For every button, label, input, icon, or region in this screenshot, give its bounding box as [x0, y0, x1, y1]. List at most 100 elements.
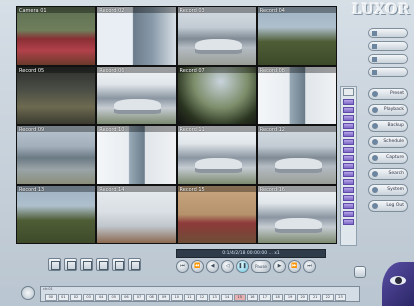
function-icon: [372, 139, 378, 145]
camera-view[interactable]: Record 14: [97, 185, 176, 243]
camera-view[interactable]: Record 16: [257, 185, 336, 243]
save-button[interactable]: [354, 266, 366, 278]
camera-view[interactable]: Record 07: [177, 66, 256, 124]
fast-forward-button[interactable]: ⏩: [288, 260, 301, 273]
clock-icon[interactable]: [21, 286, 35, 300]
hour-cell[interactable]: 08: [145, 294, 158, 301]
camera-view[interactable]: Camera 01: [17, 7, 96, 65]
function-button[interactable]: System: [368, 184, 408, 196]
rewind-button[interactable]: ◀: [206, 260, 219, 273]
hour-cell[interactable]: 21: [309, 294, 322, 301]
hour-cell[interactable]: 23: [334, 294, 347, 301]
hour-cell[interactable]: 15: [233, 294, 246, 301]
camera-view[interactable]: Record 06: [97, 66, 176, 124]
hour-cell[interactable]: 01: [57, 294, 70, 301]
zoom-out-button[interactable]: [368, 41, 408, 51]
sequence-icon: [115, 261, 124, 270]
function-icon: [372, 187, 378, 193]
hour-cell[interactable]: 03: [82, 294, 95, 301]
hour-cell[interactable]: 11: [183, 294, 196, 301]
camera-view[interactable]: Record 04: [257, 7, 336, 65]
pause-button[interactable]: ❚❚: [236, 260, 249, 273]
hour-cell[interactable]: 07: [133, 294, 145, 301]
camera-view[interactable]: Record 13: [17, 185, 96, 243]
zoom-in-button[interactable]: [368, 28, 408, 38]
hour-cell[interactable]: 05: [107, 294, 120, 301]
strip-header-button[interactable]: [343, 88, 354, 96]
function-button[interactable]: Preset: [368, 88, 408, 100]
function-button[interactable]: Playback: [368, 104, 408, 116]
camera-view[interactable]: Record 05: [17, 66, 96, 124]
camera-grid: Camera 01 Record 02 Record 03 Record 04 Reco…: [16, 6, 337, 244]
play-button[interactable]: ▶: [273, 260, 286, 273]
zoom-out-icon: [372, 44, 377, 49]
hour-cell[interactable]: 06: [120, 294, 133, 301]
channel-select-button[interactable]: [343, 187, 354, 193]
hour-cell[interactable]: 14: [221, 294, 233, 301]
layout-4x4-button[interactable]: [96, 258, 109, 271]
layout-1x1-button[interactable]: [48, 258, 61, 271]
hour-cell[interactable]: 10: [170, 294, 183, 301]
hour-cell[interactable]: 00: [45, 294, 57, 301]
channel-select-button[interactable]: [343, 203, 354, 209]
settings-button[interactable]: [368, 67, 408, 77]
skip-start-button[interactable]: ⏮: [176, 260, 189, 273]
channel-select-button[interactable]: [343, 211, 354, 217]
function-icon: [372, 123, 378, 129]
hour-cell[interactable]: 19: [284, 294, 296, 301]
camera-view[interactable]: Record 15: [177, 185, 256, 243]
layout-custom-button[interactable]: [128, 258, 141, 271]
function-button[interactable]: Schedule: [368, 136, 408, 148]
rewind-fast-button[interactable]: ⏪: [191, 260, 204, 273]
hour-cell[interactable]: 12: [196, 294, 208, 301]
camera-view[interactable]: Record 09: [17, 126, 96, 184]
step-back-button[interactable]: ◁: [221, 260, 234, 273]
zoom-icon: [372, 31, 377, 36]
layout-3x3-button[interactable]: [80, 258, 93, 271]
channel-select-button[interactable]: [343, 163, 354, 169]
channel-select-button[interactable]: [343, 139, 354, 145]
channel-select-button[interactable]: [343, 171, 354, 177]
function-button-label: Log Out: [386, 203, 404, 208]
channel-select-button[interactable]: [343, 155, 354, 161]
function-button[interactable]: Backup: [368, 120, 408, 132]
layout-seq-button[interactable]: [112, 258, 125, 271]
hour-cell[interactable]: 17: [259, 294, 271, 301]
channel-select-button[interactable]: [343, 179, 354, 185]
channel-select-button[interactable]: [343, 195, 354, 201]
hour-cell[interactable]: 22: [322, 294, 334, 301]
camera-label: Record 13: [19, 186, 45, 193]
function-button[interactable]: Capture: [368, 152, 408, 164]
speed-button[interactable]: Pause: [251, 260, 271, 273]
camera-view[interactable]: Record 11: [177, 126, 256, 184]
function-button[interactable]: Log Out: [368, 200, 408, 212]
channel-select-button[interactable]: [343, 115, 354, 121]
channel-select-button[interactable]: [343, 123, 354, 129]
function-button-label: Playback: [383, 107, 404, 112]
hour-cell[interactable]: 02: [70, 294, 82, 301]
hour-cell[interactable]: 09: [158, 294, 170, 301]
eye-logo-icon: [382, 262, 414, 306]
hour-cell[interactable]: 04: [95, 294, 107, 301]
channel-select-button[interactable]: [343, 107, 354, 113]
quad-view-icon: [67, 261, 76, 270]
timeline[interactable]: ch:01 00 01 02 03 04 05 06 07 08 09 10 11 12 13 14 15 16…: [40, 286, 360, 302]
hour-cell[interactable]: 16: [246, 294, 259, 301]
channel-select-button[interactable]: [343, 131, 354, 137]
channel-select-button[interactable]: [343, 219, 354, 225]
camera-view[interactable]: Record 02: [97, 7, 176, 65]
camera-view[interactable]: Record 12: [257, 126, 336, 184]
channel-select-button[interactable]: [343, 147, 354, 153]
camera-view[interactable]: Record 03: [177, 7, 256, 65]
hour-cell[interactable]: 13: [208, 294, 221, 301]
camera-view[interactable]: Record 10: [97, 126, 176, 184]
channel-select-button[interactable]: [343, 99, 354, 105]
hour-cell[interactable]: 20: [296, 294, 309, 301]
hour-cell[interactable]: 18: [271, 294, 284, 301]
camera-view[interactable]: Record 08: [257, 66, 336, 124]
car-shape: [194, 158, 242, 174]
fullscreen-button[interactable]: [368, 54, 408, 64]
function-button[interactable]: Search: [368, 168, 408, 180]
skip-end-button[interactable]: ⏭: [303, 260, 316, 273]
layout-2x2-button[interactable]: [64, 258, 77, 271]
